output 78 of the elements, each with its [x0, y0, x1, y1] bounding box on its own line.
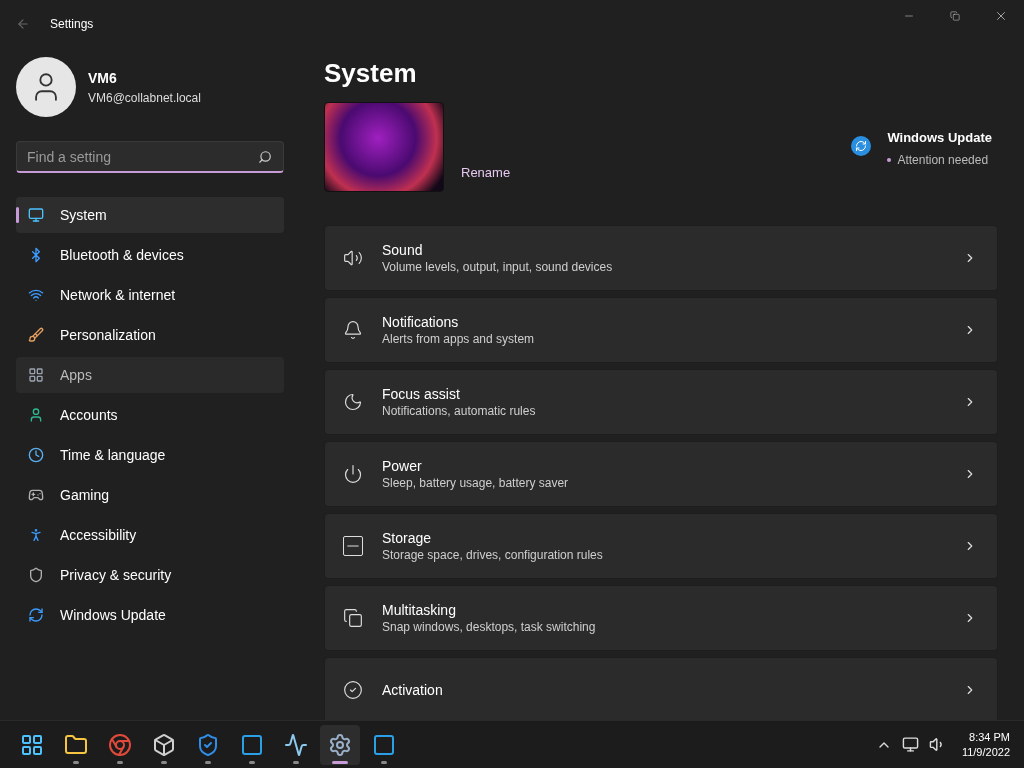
rename-link[interactable]: Rename	[461, 162, 511, 182]
speaker-icon	[343, 248, 363, 268]
start-icon	[20, 732, 44, 757]
nav-item[interactable]: Privacy & security	[16, 557, 284, 593]
card-subtitle: Sleep, battery usage, battery saver	[382, 475, 569, 491]
card-title: Activation	[382, 681, 443, 699]
card-subtitle: Storage space, drives, configuration rules	[382, 547, 603, 563]
nav-item[interactable]: Windows Update	[16, 597, 284, 633]
shield-icon	[196, 732, 220, 757]
nav-item[interactable]: Bluetooth & devices	[16, 237, 284, 273]
running-indicator	[73, 760, 79, 764]
tile-icon	[240, 732, 264, 757]
account-name: VM6	[88, 68, 118, 88]
wifi-icon	[28, 287, 44, 303]
brush-icon	[28, 327, 44, 343]
clock-icon	[28, 447, 44, 463]
running-indicator	[381, 760, 387, 764]
nav-item[interactable]: System	[16, 197, 284, 233]
power-icon	[343, 464, 363, 484]
settings-card[interactable]: Activation	[324, 657, 998, 720]
shield-icon	[28, 567, 44, 583]
selection-indicator	[16, 207, 19, 223]
window-title: Settings	[50, 16, 94, 33]
settings-card[interactable]: Power Sleep, battery usage, battery saver	[324, 441, 998, 507]
card-title: Notifications	[382, 313, 460, 331]
back-icon[interactable]	[16, 17, 30, 31]
accessibility-icon	[28, 527, 44, 543]
nav-item[interactable]: Accessibility	[16, 517, 284, 553]
update-title[interactable]: Windows Update	[887, 128, 992, 148]
person-icon	[28, 407, 44, 423]
nav-item[interactable]: Personalization	[16, 317, 284, 353]
card-subtitle: Volume levels, output, input, sound devices	[382, 259, 613, 275]
clock[interactable]: 8:34 PM 11/9/2022	[961, 729, 1010, 760]
card-title: Storage	[382, 529, 433, 547]
card-title: Sound	[382, 241, 424, 259]
taskbar-app[interactable]	[320, 724, 360, 765]
card-subtitle: Alerts from apps and system	[382, 331, 535, 347]
sync-icon	[851, 136, 872, 156]
gamepad-icon	[28, 487, 44, 503]
nav-item[interactable]: Accounts	[16, 397, 284, 433]
folder-icon	[64, 732, 88, 757]
nav-item[interactable]: Time & language	[16, 437, 284, 473]
check-circle-icon	[343, 680, 363, 700]
sync-icon	[28, 607, 44, 623]
bell-icon	[343, 320, 363, 340]
card-title: Power	[382, 457, 423, 475]
update-status: Attention needed	[897, 151, 989, 169]
settings-card[interactable]: Multitasking Snap windows, desktops, task switching	[324, 585, 998, 651]
card-subtitle: Notifications, automatic rules	[382, 403, 536, 419]
search-field[interactable]: Find a setting	[16, 141, 284, 173]
card-title: Focus assist	[382, 385, 461, 403]
running-indicator	[332, 760, 348, 764]
settings-card[interactable]: Notifications Alerts from apps and system	[324, 297, 998, 363]
settings-card[interactable]: Sound Volume levels, output, input, sound devices	[324, 225, 998, 291]
monitor-icon	[28, 207, 44, 223]
browser-icon	[108, 732, 132, 757]
nav-item[interactable]: Network & internet	[16, 277, 284, 313]
moon-icon	[343, 392, 363, 412]
account-email: VM6@collabnet.local	[88, 89, 201, 107]
nav-item[interactable]: Gaming	[16, 477, 284, 513]
running-indicator	[293, 760, 299, 764]
card-subtitle: Snap windows, desktops, task switching	[382, 619, 596, 635]
running-indicator	[117, 760, 123, 764]
tile-icon	[372, 732, 396, 757]
chart-window-icon	[284, 732, 308, 757]
running-indicator	[249, 760, 255, 764]
page-title: System	[324, 57, 418, 90]
running-indicator	[205, 760, 211, 764]
nav-item[interactable]: Apps	[16, 357, 284, 393]
settings-card[interactable]: Storage Storage space, drives, configuration rules	[324, 513, 998, 579]
cube-icon	[152, 732, 176, 757]
card-title: Multitasking	[382, 601, 457, 619]
settings-card[interactable]: Focus assist Notifications, automatic rules	[324, 369, 998, 435]
gear-icon	[328, 732, 352, 757]
apps-grid-icon	[28, 367, 44, 383]
search-icon[interactable]	[258, 150, 272, 164]
avatar-icon	[16, 57, 76, 117]
running-indicator	[161, 760, 167, 764]
